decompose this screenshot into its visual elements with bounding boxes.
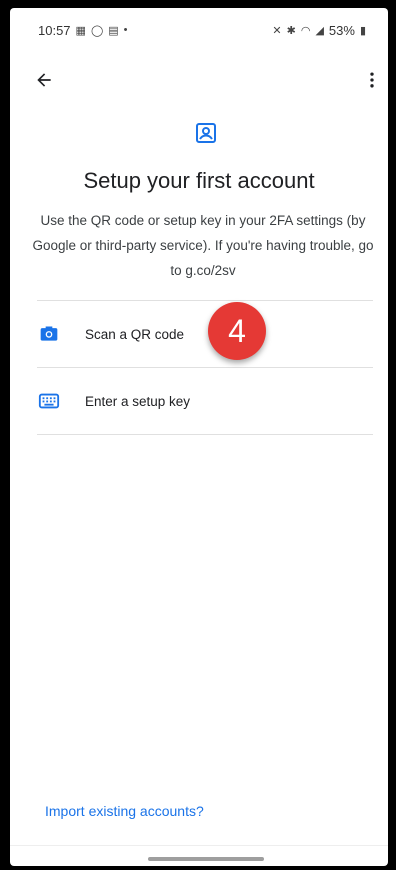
enter-setup-key-option[interactable]: Enter a setup key [37,368,373,434]
scan-qr-label: Scan a QR code [85,326,185,342]
import-accounts-link[interactable]: Import existing accounts? [45,803,204,819]
page-title: Setup your first account [83,168,315,193]
circle-icon: ◯ [90,24,104,37]
step-badge: 4 [208,302,266,360]
arrow-left-icon [37,73,51,87]
back-button[interactable] [28,64,60,96]
more-options-button[interactable] [360,64,384,96]
message-icon: ▤ [108,24,119,37]
keyboard-icon [37,389,61,413]
wifi-icon: ◠ [300,24,311,37]
home-indicator[interactable] [148,857,264,861]
phone-screen: 10:57 ▦ ◯ ▤ • ✕ ✱ ◠ ◢ 53% ▮ Setup your f… [10,8,388,866]
status-bar: 10:57 ▦ ◯ ▤ • ✕ ✱ ◠ ◢ 53% ▮ [10,8,388,52]
battery-icon: ▮ [359,24,366,37]
status-left: 10:57 ▦ ◯ ▤ • [38,23,128,38]
more-vert-icon [370,72,374,88]
scan-qr-option[interactable]: Scan a QR code [37,301,373,367]
page-description: Use the QR code or setup key in your 2FA… [32,213,374,278]
battery-percent: 53% [328,22,355,38]
nav-divider [10,845,388,846]
signal-icon: ◢ [315,24,324,37]
account-box-icon [196,123,216,143]
app-bar [10,60,388,100]
status-right: ✕ ✱ ◠ ◢ 53% ▮ [272,23,366,38]
status-time: 10:57 [38,22,71,38]
camera-icon [37,322,61,346]
dot-icon: • [123,24,128,36]
bluetooth-icon: ✱ [286,24,296,37]
enter-setup-key-label: Enter a setup key [85,393,191,409]
divider [37,434,373,435]
gallery-icon: ▦ [75,24,86,37]
mute-icon: ✕ [272,24,282,37]
